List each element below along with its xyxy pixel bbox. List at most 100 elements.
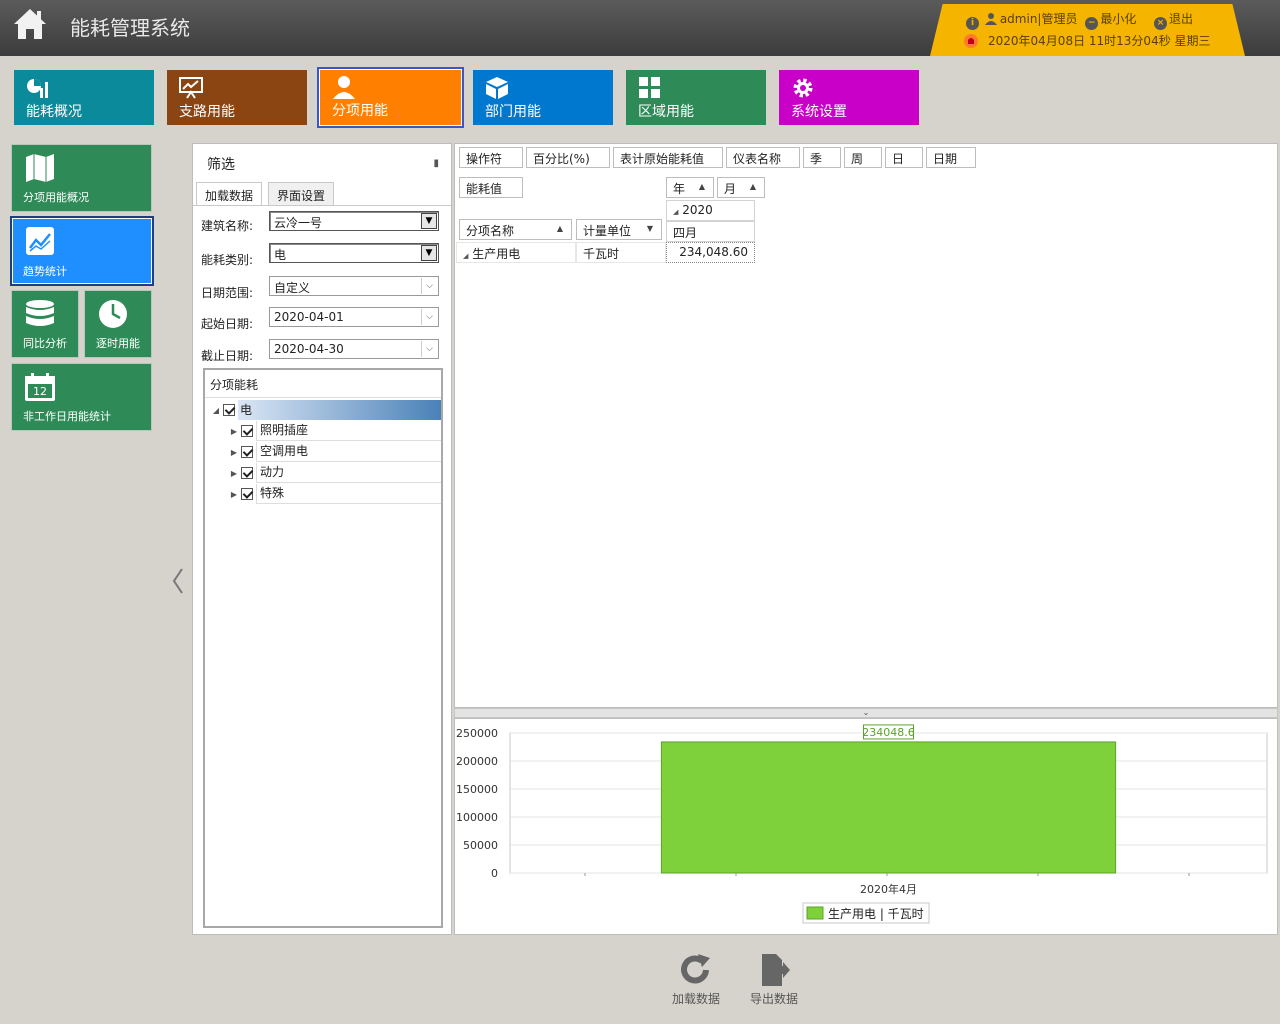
pivot-filter-field[interactable]: 周 bbox=[844, 147, 882, 168]
side-item-label: 分项用能概况 bbox=[23, 191, 89, 204]
tree-checkbox[interactable] bbox=[241, 425, 253, 437]
pivot-col-month[interactable]: 月 ▲ bbox=[717, 177, 765, 198]
load-data-button[interactable]: 加载数据 bbox=[666, 952, 726, 1008]
side-item-hourly[interactable]: 逐时用能 bbox=[84, 290, 152, 358]
tab-load-data[interactable]: 加载数据 bbox=[196, 182, 263, 206]
pivot-col-year[interactable]: 年 ▲ bbox=[666, 177, 714, 198]
end-date-picker[interactable]: 2020-04-30 ⌵ bbox=[269, 339, 439, 359]
collapse-panel-icon[interactable] bbox=[170, 566, 186, 596]
start-date-picker[interactable]: 2020-04-01 ⌵ bbox=[269, 307, 439, 327]
side-item-label: 逐时用能 bbox=[96, 337, 140, 350]
filter-down-icon[interactable]: ▼ bbox=[647, 224, 653, 233]
pivot-filter-field[interactable]: 操作符 bbox=[459, 147, 523, 168]
splitter-handle[interactable]: ⌄ bbox=[454, 708, 1278, 718]
nav-tile-label: 能耗概况 bbox=[26, 104, 82, 120]
legend-swatch bbox=[806, 906, 824, 920]
pivot-filter-field[interactable]: 仪表名称 bbox=[726, 147, 800, 168]
database-icon bbox=[26, 300, 54, 326]
collapse-triangle-icon[interactable]: ◢ bbox=[673, 208, 678, 216]
side-item-yoy[interactable]: 同比分析 bbox=[11, 290, 79, 358]
pivot-col-year-label: 年 bbox=[673, 182, 686, 196]
tree-title: 分项能耗 bbox=[210, 378, 259, 392]
filter-title: 筛选 bbox=[207, 157, 235, 173]
pivot-filter-field[interactable]: 表计原始能耗值 bbox=[613, 147, 723, 168]
start-date-label: 起始日期: bbox=[201, 317, 254, 331]
chevron-down-icon[interactable]: ⌵ bbox=[421, 309, 437, 325]
side-item-overview[interactable]: 分项用能概况 bbox=[11, 144, 152, 212]
presentation-icon bbox=[179, 77, 203, 99]
pivot-value-cell[interactable]: 234,048.60 bbox=[666, 242, 755, 263]
pivot-year-header[interactable]: ◢ 2020 bbox=[666, 200, 755, 221]
trend-icon bbox=[26, 227, 54, 255]
minimize-button[interactable]: 最小化 bbox=[1100, 12, 1136, 26]
pivot-filter-field[interactable]: 百分比(%) bbox=[526, 147, 610, 168]
building-select[interactable]: 云冷一号 ▼ bbox=[269, 211, 439, 231]
tree-node-child[interactable]: ▶ 特殊 bbox=[227, 484, 441, 504]
tab-ui-settings[interactable]: 界面设置 bbox=[268, 182, 335, 206]
info-icon[interactable]: i bbox=[966, 17, 979, 30]
dropdown-arrow-icon[interactable]: ▼ bbox=[421, 213, 437, 229]
expand-triangle-icon[interactable]: ▶ bbox=[227, 448, 241, 457]
collapse-triangle-icon[interactable]: ◢ bbox=[463, 252, 468, 260]
collapse-triangle-icon[interactable]: ◢ bbox=[209, 406, 223, 415]
side-item-trend[interactable]: 趋势统计 bbox=[10, 216, 154, 286]
pivot-filter-field[interactable]: 季 bbox=[803, 147, 841, 168]
tree-node-child[interactable]: ▶ 动力 bbox=[227, 463, 441, 483]
chevron-down-icon[interactable]: ⌵ bbox=[421, 341, 437, 357]
minimize-icon[interactable]: − bbox=[1085, 17, 1099, 30]
pivot-data-field[interactable]: 能耗值 bbox=[459, 177, 523, 198]
legend-label: 生产用电 | 千瓦时 bbox=[828, 907, 924, 921]
chevron-down-icon[interactable]: ⌵ bbox=[421, 278, 437, 294]
close-icon[interactable]: × bbox=[1153, 17, 1167, 30]
energy-type-value: 电 bbox=[274, 248, 287, 262]
nav-tile-itemized[interactable]: 分项用能 bbox=[317, 67, 464, 128]
alarm-bell-icon[interactable] bbox=[964, 34, 978, 48]
expand-triangle-icon[interactable]: ▶ bbox=[227, 469, 241, 478]
sort-up-icon[interactable]: ▲ bbox=[699, 182, 705, 191]
pivot-row-name-field[interactable]: 分项名称 ▲ bbox=[459, 219, 572, 240]
start-date-value: 2020-04-01 bbox=[274, 310, 344, 324]
export-data-button[interactable]: 导出数据 bbox=[744, 952, 804, 1008]
home-icon[interactable] bbox=[12, 6, 48, 42]
nav-tile-settings[interactable]: 系统设置 bbox=[779, 70, 919, 125]
user-name: admin|管理员 bbox=[999, 12, 1078, 26]
grid-icon bbox=[639, 77, 660, 98]
sort-up-icon[interactable]: ▲ bbox=[750, 182, 756, 191]
chevron-down-icon[interactable]: ⌄ bbox=[863, 708, 870, 717]
pivot-row-unit-field[interactable]: 计量单位 ▼ bbox=[576, 219, 662, 240]
pivot-row-unit: 千瓦时 bbox=[576, 242, 666, 263]
chart-panel: 250000 200000 150000 100000 50000 0 234048.6 20… bbox=[454, 718, 1278, 935]
logout-button[interactable]: 退出 bbox=[1169, 12, 1193, 26]
pivot-filter-field[interactable]: 日期 bbox=[926, 147, 976, 168]
y-tick-label: 150000 bbox=[456, 783, 498, 796]
expand-triangle-icon[interactable]: ▶ bbox=[227, 427, 241, 436]
nav-tile-department[interactable]: 部门用能 bbox=[473, 70, 613, 125]
tree-checkbox[interactable] bbox=[223, 404, 235, 416]
y-tick-label: 0 bbox=[491, 867, 498, 880]
date-range-select[interactable]: 自定义 ⌵ bbox=[269, 276, 439, 296]
tree-checkbox[interactable] bbox=[241, 488, 253, 500]
person-icon bbox=[333, 76, 355, 99]
tree-checkbox[interactable] bbox=[241, 446, 253, 458]
pivot-filter-field[interactable]: 日 bbox=[885, 147, 923, 168]
side-item-nonworkday[interactable]: 12 非工作日用能统计 bbox=[11, 363, 152, 431]
pivot-row-item[interactable]: ◢ 生产用电 bbox=[456, 242, 576, 263]
pivot-grid: 操作符 百分比(%) 表计原始能耗值 仪表名称 季 周 日 日期 能耗值 年 ▲… bbox=[454, 143, 1278, 708]
expand-triangle-icon[interactable]: ▶ bbox=[227, 490, 241, 499]
date-range-value: 自定义 bbox=[274, 281, 311, 295]
bar-chart: 250000 200000 150000 100000 50000 0 234048.6 20… bbox=[456, 724, 1268, 924]
tree-node-root[interactable]: ◢ 电 bbox=[209, 400, 441, 420]
nav-tile-region[interactable]: 区域用能 bbox=[626, 70, 766, 125]
app-title: 能耗管理系统 bbox=[70, 16, 190, 40]
nav-tile-branch[interactable]: 支路用能 bbox=[167, 70, 307, 125]
nav-tile-label: 支路用能 bbox=[179, 104, 235, 120]
energy-type-select[interactable]: 电 ▼ bbox=[269, 243, 439, 263]
chart-icon bbox=[27, 79, 48, 98]
sort-up-icon[interactable]: ▲ bbox=[557, 224, 563, 233]
dropdown-arrow-icon[interactable]: ▼ bbox=[421, 245, 437, 261]
tree-node-child[interactable]: ▶ 照明插座 bbox=[227, 421, 441, 441]
tree-checkbox[interactable] bbox=[241, 467, 253, 479]
nav-tile-overview[interactable]: 能耗概况 bbox=[14, 70, 154, 125]
pin-icon[interactable]: ▮ bbox=[433, 158, 439, 169]
tree-node-child[interactable]: ▶ 空调用电 bbox=[227, 442, 441, 462]
